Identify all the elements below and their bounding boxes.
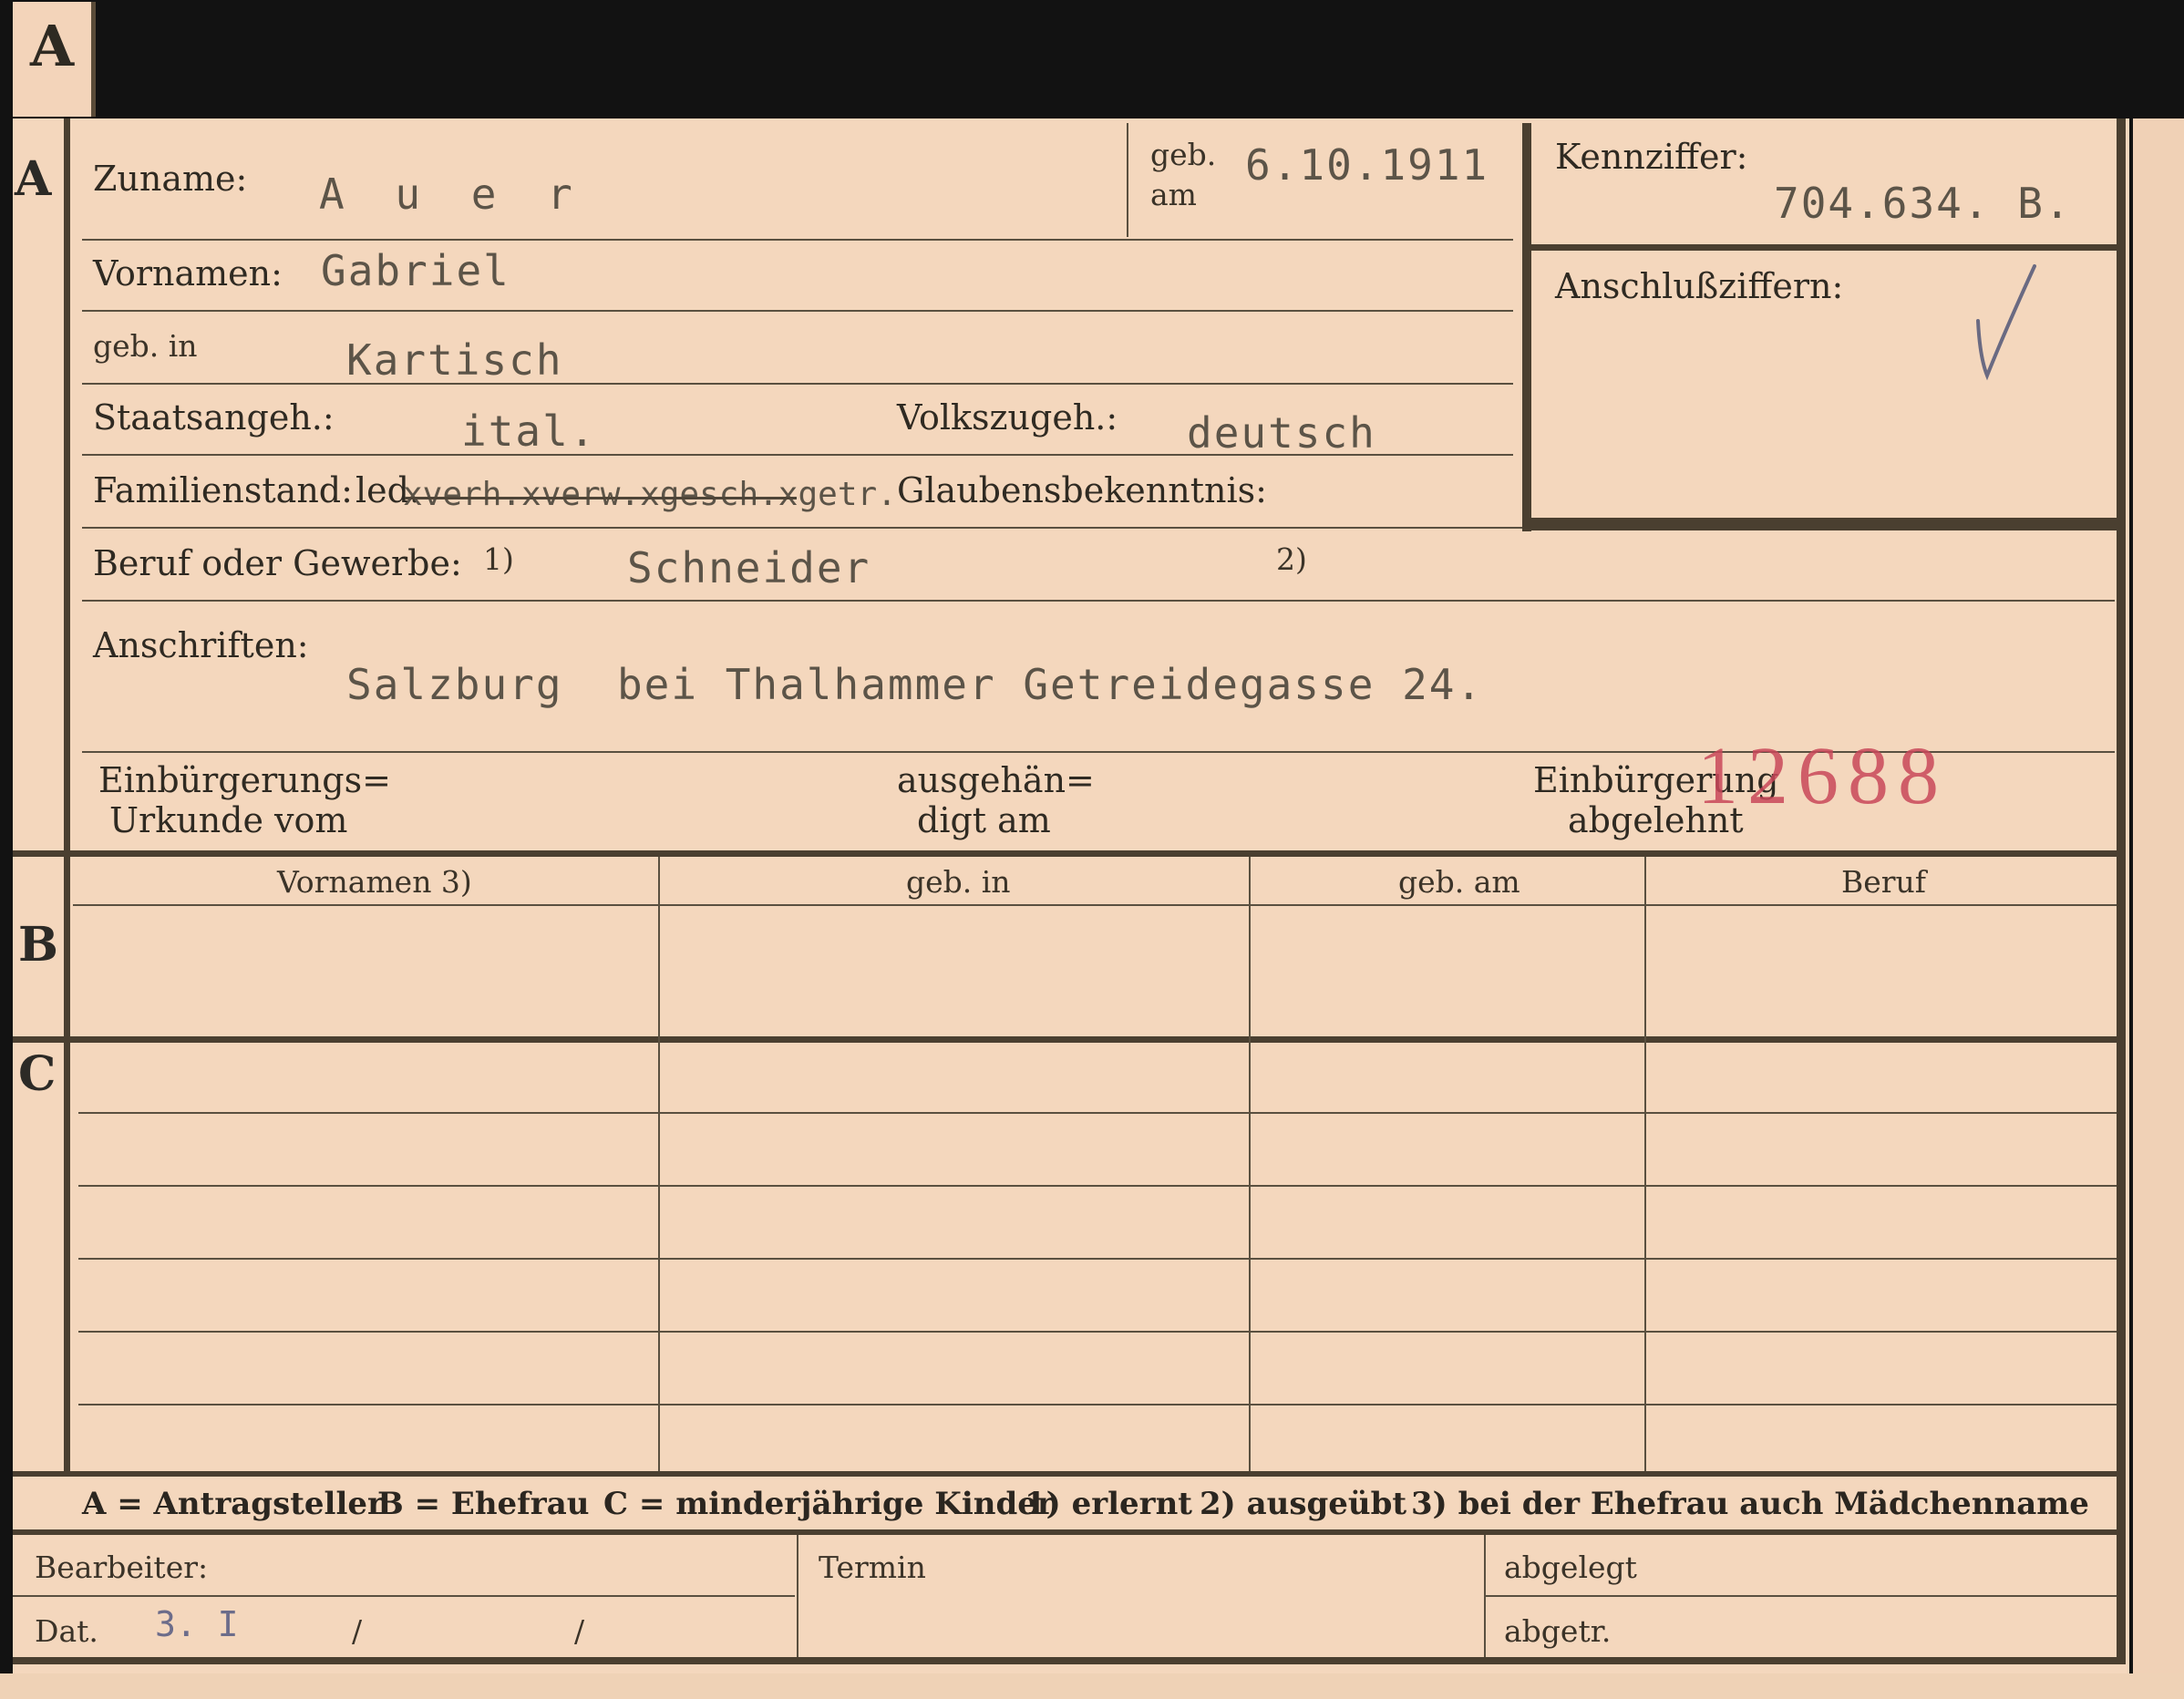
anschriften-label: Anschriften: bbox=[93, 625, 309, 665]
urkunde-label-2: Urkunde vom bbox=[109, 800, 348, 840]
glaubensbekenntnis-label: Glaubensbekenntnis: bbox=[897, 470, 1267, 510]
row-line bbox=[82, 383, 1513, 385]
beruf-value: Schneider bbox=[627, 543, 871, 592]
bearbeiter-label: Bearbeiter: bbox=[35, 1550, 209, 1585]
volkszugeh-label: Volkszugeh.: bbox=[897, 397, 1118, 438]
table-header-vornamen: Vornamen 3) bbox=[277, 864, 472, 900]
volkszugeh-value: deutsch bbox=[1187, 408, 1376, 458]
table-row bbox=[78, 1185, 2117, 1187]
card-edge bbox=[2133, 118, 2184, 1699]
card-bottom-line bbox=[13, 1657, 2126, 1664]
legend-bottom-line bbox=[13, 1529, 2126, 1535]
section-b-letter: B bbox=[18, 917, 58, 973]
staatsangeh-value: ital. bbox=[461, 407, 597, 456]
card-edge-bottom bbox=[0, 1673, 2184, 1699]
kennziffer-box-left bbox=[1522, 123, 1531, 531]
zuname-value: A u e r bbox=[319, 170, 585, 219]
zuname-label: Zuname: bbox=[93, 159, 248, 199]
footer-line bbox=[13, 1595, 795, 1597]
section-c-letter: C bbox=[18, 1046, 57, 1102]
table-header-beruf: Beruf bbox=[1841, 864, 1927, 900]
urkunde-label-1: Einbürgerungs= bbox=[98, 760, 391, 800]
table-column-divider bbox=[1644, 857, 1646, 1471]
kennziffer-value: 704.634. B. bbox=[1774, 179, 2072, 228]
beruf-note-2: 2) bbox=[1276, 541, 1307, 577]
kennziffer-box-bottom bbox=[1522, 518, 2117, 530]
row-line bbox=[82, 527, 1522, 529]
ausgehaendigt-label-1: ausgehän= bbox=[897, 760, 1095, 800]
geb-in-label: geb. in bbox=[93, 328, 198, 364]
dat-slash-2: / bbox=[574, 1613, 585, 1649]
anschriften-value: Salzburg bei Thalhammer Getreidegasse 24… bbox=[346, 660, 1484, 709]
section-column-divider bbox=[64, 118, 70, 1477]
table-header-line bbox=[73, 904, 2117, 906]
abgetr-label: abgetr. bbox=[1504, 1613, 1612, 1649]
table-row bbox=[78, 1112, 2117, 1114]
table-header-geb-am: geb. am bbox=[1398, 864, 1520, 900]
dat-value: 3. I bbox=[155, 1604, 239, 1644]
legend-kinder: C = minderjährige Kinder bbox=[603, 1486, 1054, 1522]
table-row bbox=[78, 1404, 2117, 1406]
familienstand-struck-options: xverh.xverw.xgesch.xgetr. bbox=[403, 476, 897, 513]
section-divider-bc bbox=[13, 1036, 2126, 1043]
footer-divider bbox=[797, 1535, 798, 1657]
row-line bbox=[82, 239, 1513, 241]
geb-in-value: Kartisch bbox=[346, 335, 563, 385]
checkmark-icon bbox=[1976, 264, 2036, 381]
row-line bbox=[82, 310, 1513, 312]
dat-slash-1: / bbox=[352, 1613, 363, 1649]
legend-top-line bbox=[13, 1471, 2126, 1477]
geb-am-divider bbox=[1127, 123, 1128, 237]
geb-am-label-am: am bbox=[1150, 177, 1197, 212]
termin-label: Termin bbox=[819, 1550, 926, 1585]
anschlussziffern-label: Anschlußziffern: bbox=[1555, 266, 1844, 306]
footer-line bbox=[1486, 1595, 2117, 1597]
beruf-note-1: 1) bbox=[483, 541, 514, 577]
legend-note-3: 3) bei der Ehefrau auch Mädchenname bbox=[1411, 1486, 2089, 1522]
ausgehaendigt-label-2: digt am bbox=[917, 800, 1051, 840]
table-row bbox=[78, 1258, 2117, 1260]
geb-am-value: 6.10.1911 bbox=[1245, 140, 1489, 190]
section-a-letter: A bbox=[15, 151, 52, 207]
familienstand-label: Familienstand: bbox=[93, 470, 353, 510]
dat-label: Dat. bbox=[35, 1613, 98, 1649]
legend-note-2: 2) ausgeübt bbox=[1200, 1486, 1407, 1522]
section-divider-ab bbox=[13, 850, 2126, 857]
kennziffer-label: Kennziffer: bbox=[1555, 137, 1748, 177]
table-header-geb-in: geb. in bbox=[906, 864, 1011, 900]
table-column-divider bbox=[658, 857, 660, 1471]
staatsangeh-label: Staatsangeh.: bbox=[93, 397, 335, 438]
legend-ehefrau: B = Ehefrau bbox=[377, 1486, 590, 1522]
kennziffer-box-divider bbox=[1522, 244, 2117, 251]
legend-antragsteller: A = Antragsteller bbox=[82, 1486, 384, 1522]
beruf-label: Beruf oder Gewerbe: bbox=[93, 543, 462, 583]
index-card: A A B C Zuname: A u e r geb. am 6.10.191… bbox=[0, 0, 2184, 1699]
geb-am-label-geb: geb. bbox=[1150, 137, 1217, 172]
row-line bbox=[82, 600, 2115, 602]
strikethrough-line bbox=[405, 497, 797, 499]
vornamen-label: Vornamen: bbox=[93, 253, 283, 293]
legend-note-1: 1) erlernt bbox=[1025, 1486, 1193, 1522]
right-border bbox=[2117, 118, 2126, 1659]
table-row bbox=[78, 1331, 2117, 1333]
table-column-divider bbox=[1249, 857, 1251, 1471]
tab-letter: A bbox=[29, 13, 75, 79]
abgelegt-label: abgelegt bbox=[1504, 1550, 1637, 1585]
footer-divider bbox=[1484, 1535, 1486, 1657]
stamp-number: 12688 bbox=[1697, 731, 1948, 821]
vornamen-value: Gabriel bbox=[321, 246, 510, 295]
